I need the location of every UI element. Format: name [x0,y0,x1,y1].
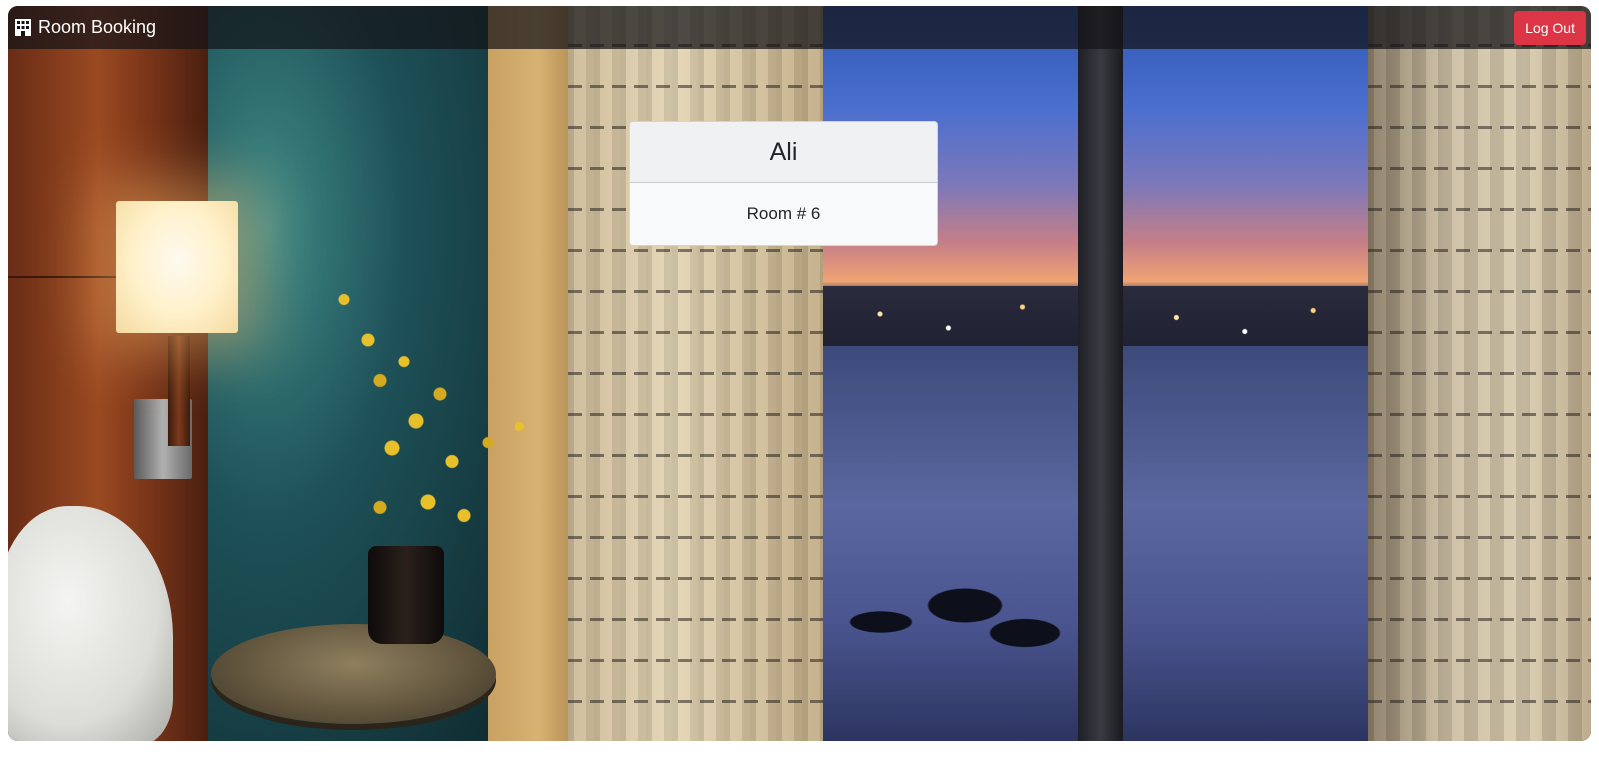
guest-name: Ali [630,122,937,183]
logout-button[interactable]: Log Out [1514,10,1586,45]
parked-cars [833,556,1073,666]
building-icon [14,18,32,37]
yellow-flowers [308,286,548,556]
window-view [823,6,1393,741]
hotel-room-background-image [8,6,1591,741]
lamp-stem [168,336,190,446]
vase [368,546,444,644]
top-navbar: Room Booking Log Out [8,6,1591,49]
left-curtain [568,6,838,741]
window-mullion [1078,6,1123,741]
app-frame: Room Booking Log Out Ali Room # 6 [8,6,1591,741]
booking-card: Ali Room # 6 [629,121,938,246]
brand-label: Room Booking [38,17,157,37]
room-number: Room # 6 [746,204,821,223]
brand-link[interactable]: Room Booking [14,17,156,38]
wall-lamp [116,201,238,333]
side-table [211,624,496,724]
right-curtain [1368,6,1591,741]
